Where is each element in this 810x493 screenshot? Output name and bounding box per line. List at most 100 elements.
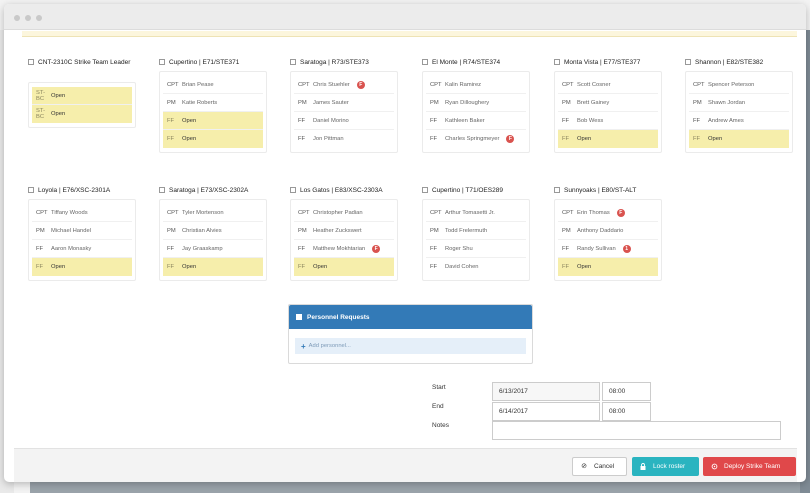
unit-select-checkbox[interactable] [422, 187, 428, 193]
crew-member-row[interactable]: FF David Cohen [426, 258, 526, 276]
crew-member-row[interactable]: FF Aaron Monasky [32, 240, 132, 258]
crew-role: FF [562, 117, 570, 124]
crew-member-row[interactable]: FF Kathleen Baker [426, 112, 526, 130]
open-slot-row[interactable]: ST-BC Open [32, 105, 132, 123]
open-slot-row[interactable]: FF Open [32, 258, 132, 276]
crew-member-row[interactable]: PM Todd Frelermuth [426, 222, 526, 240]
crew-member-row[interactable]: FF Matthew Mokhtarian F [294, 240, 394, 258]
crew-role: ST-BC [36, 89, 46, 102]
unit-select-checkbox[interactable] [554, 59, 560, 65]
crew-member-row[interactable]: CPT Christopher Padian [294, 204, 394, 222]
crew-role: FF [298, 245, 306, 252]
alert-badge[interactable]: 1 [622, 244, 631, 253]
crew-member-row[interactable]: CPT Arthur Tomasetti Jr. [426, 204, 526, 222]
crew-member-row[interactable]: FF Randy Sullivan 1 [558, 240, 658, 258]
unit-select-checkbox[interactable] [422, 59, 428, 65]
crew-member-row[interactable]: PM Michael Handel [32, 222, 132, 240]
modal-footer: ⊘ Cancel Lock roster Deploy Strike Team [14, 448, 797, 482]
crew-member-row[interactable]: PM James Sauter [294, 94, 394, 112]
crew-role: CPT [298, 81, 310, 88]
lock-roster-button[interactable]: Lock roster [632, 457, 699, 476]
crew-role: CPT [430, 81, 442, 88]
crew-member-row[interactable]: FF Daniel Morino [294, 112, 394, 130]
start-date-field[interactable]: 6/13/2017 [492, 382, 600, 401]
crew-role: FF [430, 136, 438, 142]
crew-name: Open [51, 111, 66, 117]
crew-name: Shawn Jordan [708, 99, 746, 106]
open-slot-row[interactable]: FF Open [163, 130, 263, 148]
crew-member-row[interactable]: FF Charles Springmeyer F [426, 130, 526, 148]
crew-member-row[interactable]: CPT Brian Pease [163, 76, 263, 94]
alert-badge[interactable]: F [372, 244, 381, 253]
start-time-field[interactable]: 08:00 [602, 382, 651, 401]
crew-member-row[interactable]: FF Jay Graaskamp [163, 240, 263, 258]
crew-member-row[interactable]: PM Christian Alvies [163, 222, 263, 240]
unit-select-checkbox[interactable] [159, 59, 165, 65]
crew-member-row[interactable]: FF Bob Wess [558, 112, 658, 130]
crew-name: Matthew Mokhtarian [313, 245, 366, 252]
crew-member-row[interactable]: PM Shawn Jordan [689, 94, 789, 112]
alert-badge[interactable]: F [616, 208, 625, 217]
crew-member-row[interactable]: PM Brett Gainey [558, 94, 658, 112]
crew-member-row[interactable]: FF Roger Shu [426, 240, 526, 258]
deploy-strike-team-button[interactable]: Deploy Strike Team [703, 457, 796, 476]
unit-select-checkbox[interactable] [28, 187, 34, 193]
crew-member-row[interactable]: CPT Spencer Peterson [689, 76, 789, 94]
alert-badge[interactable]: F [506, 135, 515, 143]
crew-member-row[interactable]: FF Jon Pittman [294, 130, 394, 148]
unit-card-title: El Monte | R74/STE374 [432, 59, 501, 66]
unit-roster: CPT Erin Thomas F PM Anthony Daddario FF Randy… [554, 199, 662, 281]
window-zoom-dot[interactable] [36, 15, 42, 21]
window-minimize-dot[interactable] [25, 15, 31, 21]
unit-card-header: Loyola | E76/XSC-2301A [28, 186, 136, 195]
open-slot-row[interactable]: FF Open [689, 130, 789, 148]
crew-role: CPT [430, 209, 442, 216]
crew-role: FF [167, 117, 175, 124]
crew-name: James Sauter [313, 99, 349, 106]
crew-member-row[interactable]: CPT Tyler Mortenson [163, 204, 263, 222]
unit-select-checkbox[interactable] [685, 59, 691, 65]
unit-select-checkbox[interactable] [554, 187, 560, 193]
personnel-requests-checkbox[interactable] [296, 314, 302, 320]
crew-role: FF [167, 136, 175, 142]
open-slot-row[interactable]: FF Open [294, 258, 394, 276]
unit-card-header: Cupertino | E71/STE371 [159, 58, 267, 67]
crew-member-row[interactable]: FF Andrew Ames [689, 112, 789, 130]
crew-name: Randy Sullivan [577, 245, 616, 252]
crew-member-row[interactable]: CPT Erin Thomas F [558, 204, 658, 222]
crew-name: Open [313, 264, 328, 270]
crew-member-row[interactable]: CPT Chris Stuehler F [294, 76, 394, 94]
crew-role: PM [693, 99, 702, 106]
unit-select-checkbox[interactable] [290, 187, 296, 193]
window-close-dot[interactable] [14, 15, 20, 21]
unit-card-header: El Monte | R74/STE374 [422, 58, 530, 67]
open-slot-row[interactable]: FF Open [163, 112, 263, 130]
crew-name: Scott Cosner [577, 81, 611, 88]
crew-member-row[interactable]: PM Ryan Dilloughery [426, 94, 526, 112]
unit-roster: CPT Christopher Padian PM Heather Zuckswert… [290, 199, 398, 281]
alert-badge[interactable]: F [356, 80, 365, 89]
open-slot-row[interactable]: FF Open [558, 258, 658, 276]
cancel-button[interactable]: ⊘ Cancel [572, 457, 627, 476]
crew-name: Spencer Peterson [708, 81, 755, 88]
open-slot-row[interactable]: ST-BC Open [32, 87, 132, 105]
open-slot-row[interactable]: FF Open [163, 258, 263, 276]
crew-member-row[interactable]: CPT Scott Cosner [558, 76, 658, 94]
crew-member-row[interactable]: PM Heather Zuckswert [294, 222, 394, 240]
unit-select-checkbox[interactable] [28, 59, 34, 65]
crew-member-row[interactable]: PM Katie Roberts [163, 94, 263, 112]
unit-card-header: Sunnyoaks | E80/ST-ALT [554, 186, 662, 195]
end-date-field[interactable]: 6/14/2017 [492, 402, 600, 421]
crew-role: FF [562, 136, 570, 142]
unit-roster: CPT Arthur Tomasetti Jr. PM Todd Frelermuth… [422, 199, 530, 281]
crew-member-row[interactable]: PM Anthony Daddario [558, 222, 658, 240]
notes-field[interactable] [492, 421, 781, 440]
crew-member-row[interactable]: CPT Tiffany Woods [32, 204, 132, 222]
unit-select-checkbox[interactable] [159, 187, 165, 193]
unit-select-checkbox[interactable] [290, 59, 296, 65]
end-time-field[interactable]: 08:00 [602, 402, 651, 421]
open-slot-row[interactable]: FF Open [558, 130, 658, 148]
crew-role: CPT [562, 209, 574, 216]
add-personnel-button[interactable]: + Add personnel... [295, 338, 526, 354]
crew-member-row[interactable]: CPT Kalin Ramirez [426, 76, 526, 94]
